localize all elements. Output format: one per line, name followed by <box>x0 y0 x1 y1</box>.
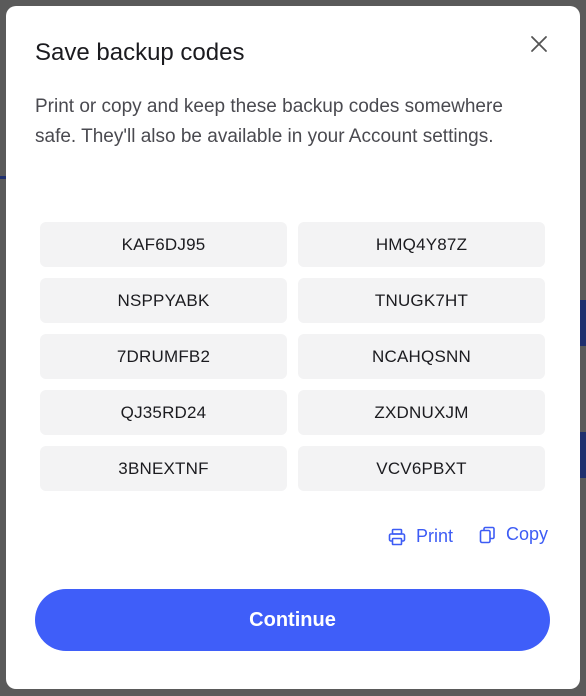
backup-code: NCAHQSNN <box>298 334 545 379</box>
dialog-description: Print or copy and keep these backup code… <box>35 96 503 147</box>
backup-codes-dialog: Save backup codes Print or copy and keep… <box>6 6 580 689</box>
background-page-button <box>580 300 586 346</box>
backup-code: VCV6PBXT <box>298 446 545 491</box>
backup-code: ZXDNUXJM <box>298 390 545 435</box>
backup-codes-grid: KAF6DJ95 HMQ4Y87Z NSPPYABK TNUGK7HT 7DRU… <box>40 222 546 491</box>
backup-code: TNUGK7HT <box>298 278 545 323</box>
printer-icon <box>388 528 406 545</box>
continue-button[interactable]: Continue <box>35 589 550 651</box>
backup-code: 7DRUMFB2 <box>40 334 287 379</box>
close-button[interactable] <box>527 32 551 56</box>
copy-icon <box>479 526 495 543</box>
copy-label: Copy <box>506 524 549 544</box>
close-icon <box>531 36 547 52</box>
backup-code: HMQ4Y87Z <box>298 222 545 267</box>
backup-code: QJ35RD24 <box>40 390 287 435</box>
dialog-title: Save backup codes <box>35 39 245 66</box>
print-label: Print <box>416 526 454 546</box>
background-page-button <box>580 432 586 478</box>
copy-button[interactable]: Copy <box>479 524 548 545</box>
backup-code: 3BNEXTNF <box>40 446 287 491</box>
backup-code: NSPPYABK <box>40 278 287 323</box>
print-button[interactable]: Print <box>388 526 453 547</box>
backup-code: KAF6DJ95 <box>40 222 287 267</box>
